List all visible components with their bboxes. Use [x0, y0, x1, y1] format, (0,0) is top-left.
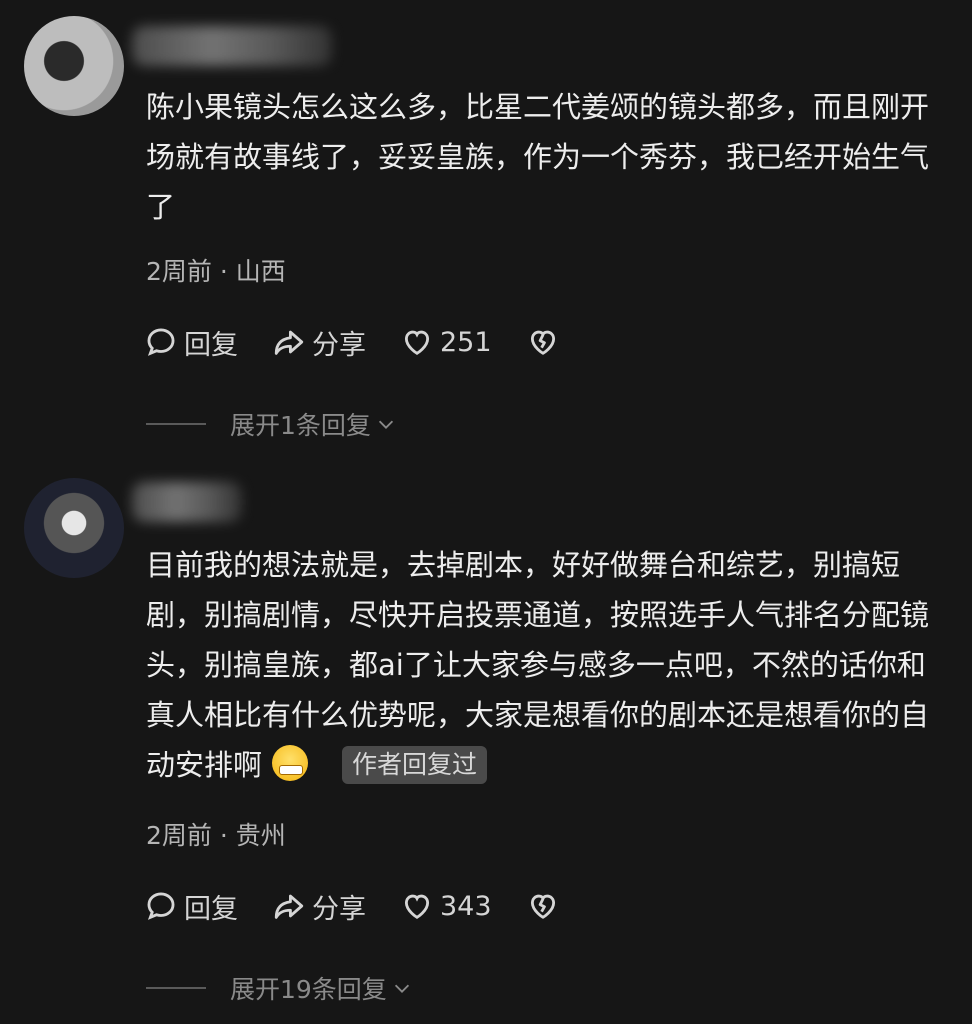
avatar[interactable] [24, 16, 124, 116]
comment-time-location: 2周前 · 山西 [146, 257, 286, 286]
comment-actions: 回复 分享 251 [144, 322, 600, 362]
avatar[interactable] [24, 478, 124, 578]
divider-line [146, 987, 206, 989]
expand-replies-button[interactable]: 展开1条回复 [146, 406, 397, 442]
dislike-button[interactable] [526, 325, 566, 359]
heart-icon [404, 330, 430, 355]
author-replied-badge: 作者回复过 [342, 746, 488, 784]
like-button[interactable]: 251 [400, 325, 492, 359]
share-arrow-icon [274, 330, 304, 355]
share-label: 分享 [312, 329, 366, 361]
comment-text: 目前我的想法就是，去掉剧本，好好做舞台和综艺，别搞短剧，别搞剧情，尽快开启投票通… [146, 540, 946, 790]
dislike-button[interactable] [526, 889, 566, 923]
like-count: 251 [440, 326, 492, 358]
reply-label: 回复 [184, 329, 238, 361]
share-button[interactable]: 分享 [272, 887, 366, 926]
comment-text: 陈小果镜头怎么这么多，比星二代姜颂的镜头都多，而且刚开场就有故事线了，妥妥皇族，… [146, 90, 930, 224]
username-blurred[interactable] [132, 482, 242, 522]
expand-replies-label: 展开19条回复 [230, 975, 387, 1004]
comment-actions: 回复 分享 343 [144, 886, 600, 926]
share-label: 分享 [312, 893, 366, 925]
divider-line [146, 423, 206, 425]
username-blurred[interactable] [132, 26, 332, 66]
reply-button[interactable]: 回复 [144, 887, 238, 926]
broken-heart-icon [530, 894, 555, 919]
share-button[interactable]: 分享 [272, 323, 366, 362]
like-button[interactable]: 343 [400, 889, 492, 923]
expand-replies-label: 展开1条回复 [230, 411, 371, 440]
share-arrow-icon [274, 894, 304, 919]
chevron-down-icon [394, 984, 409, 993]
comment-item: 陈小果镜头怎么这么多，比星二代姜颂的镜头都多，而且刚开场就有故事线了，妥妥皇族，… [0, 0, 972, 470]
comment-time-location: 2周前 · 贵州 [146, 821, 286, 850]
speech-bubble-icon [147, 892, 175, 920]
speech-bubble-icon [147, 328, 175, 356]
like-count: 343 [440, 890, 492, 922]
broken-heart-icon [530, 330, 555, 355]
comment-item: 目前我的想法就是，去掉剧本，好好做舞台和综艺，别搞短剧，别搞剧情，尽快开启投票通… [0, 470, 972, 1024]
grinning-sweat-emoji-icon [272, 745, 309, 781]
expand-replies-button[interactable]: 展开19条回复 [146, 970, 413, 1006]
heart-icon [404, 894, 430, 919]
reply-button[interactable]: 回复 [144, 323, 238, 362]
chevron-down-icon [378, 420, 393, 429]
reply-label: 回复 [184, 893, 238, 925]
comment-body: 目前我的想法就是，去掉剧本，好好做舞台和综艺，别搞短剧，别搞剧情，尽快开启投票通… [146, 548, 930, 782]
